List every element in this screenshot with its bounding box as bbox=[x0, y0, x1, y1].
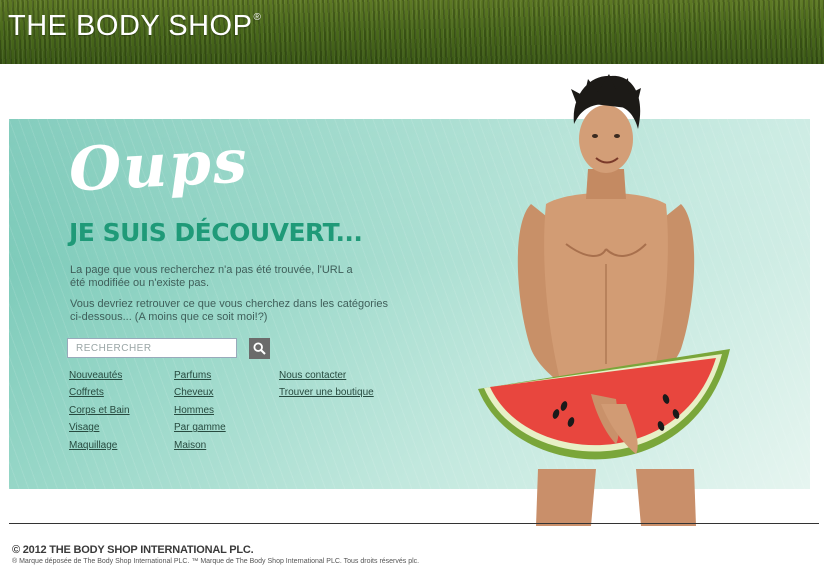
error-message: La page que vous recherchez n'a pas été … bbox=[70, 264, 353, 289]
link-nous-contacter[interactable]: Nous contacter bbox=[279, 369, 374, 386]
search-icon bbox=[253, 342, 266, 355]
error-headline: JE SUIS DÉCOUVERT... bbox=[69, 218, 363, 247]
category-links-col1: Nouveautés Coffrets Corps et Bain Visage… bbox=[69, 369, 130, 456]
link-visage[interactable]: Visage bbox=[69, 421, 130, 438]
copyright-text: © 2012 THE BODY SHOP INTERNATIONAL PLC. bbox=[12, 544, 254, 556]
legal-text: ® Marque déposée de The Body Shop Intern… bbox=[12, 558, 420, 565]
link-parfums[interactable]: Parfums bbox=[174, 369, 226, 386]
link-nouveautes[interactable]: Nouveautés bbox=[69, 369, 130, 386]
footer-divider bbox=[9, 523, 819, 524]
brand-logo-text: THE BODY SHOP bbox=[8, 10, 253, 42]
link-hommes[interactable]: Hommes bbox=[174, 404, 226, 421]
site-header: THE BODY SHOP® bbox=[0, 0, 824, 64]
search-input[interactable] bbox=[67, 338, 237, 358]
link-coffrets[interactable]: Coffrets bbox=[69, 386, 130, 403]
link-cheveux[interactable]: Cheveux bbox=[174, 386, 226, 403]
search-button[interactable] bbox=[249, 338, 270, 359]
link-maquillage[interactable]: Maquillage bbox=[69, 439, 130, 456]
model-with-watermelon-image bbox=[478, 74, 730, 526]
link-corps-et-bain[interactable]: Corps et Bain bbox=[69, 404, 130, 421]
brand-logo[interactable]: THE BODY SHOP® bbox=[8, 10, 261, 43]
registered-mark: ® bbox=[253, 12, 262, 23]
oops-title: Oups bbox=[67, 126, 251, 206]
category-links-col2: Parfums Cheveux Hommes Par gamme Maison bbox=[174, 369, 226, 456]
link-par-gamme[interactable]: Par gamme bbox=[174, 421, 226, 438]
link-maison[interactable]: Maison bbox=[174, 439, 226, 456]
link-trouver-boutique[interactable]: Trouver une boutique bbox=[279, 386, 374, 403]
category-links-col3: Nous contacter Trouver une boutique bbox=[279, 369, 374, 404]
suggestion-message: Vous devriez retrouver ce que vous cherc… bbox=[70, 298, 388, 323]
